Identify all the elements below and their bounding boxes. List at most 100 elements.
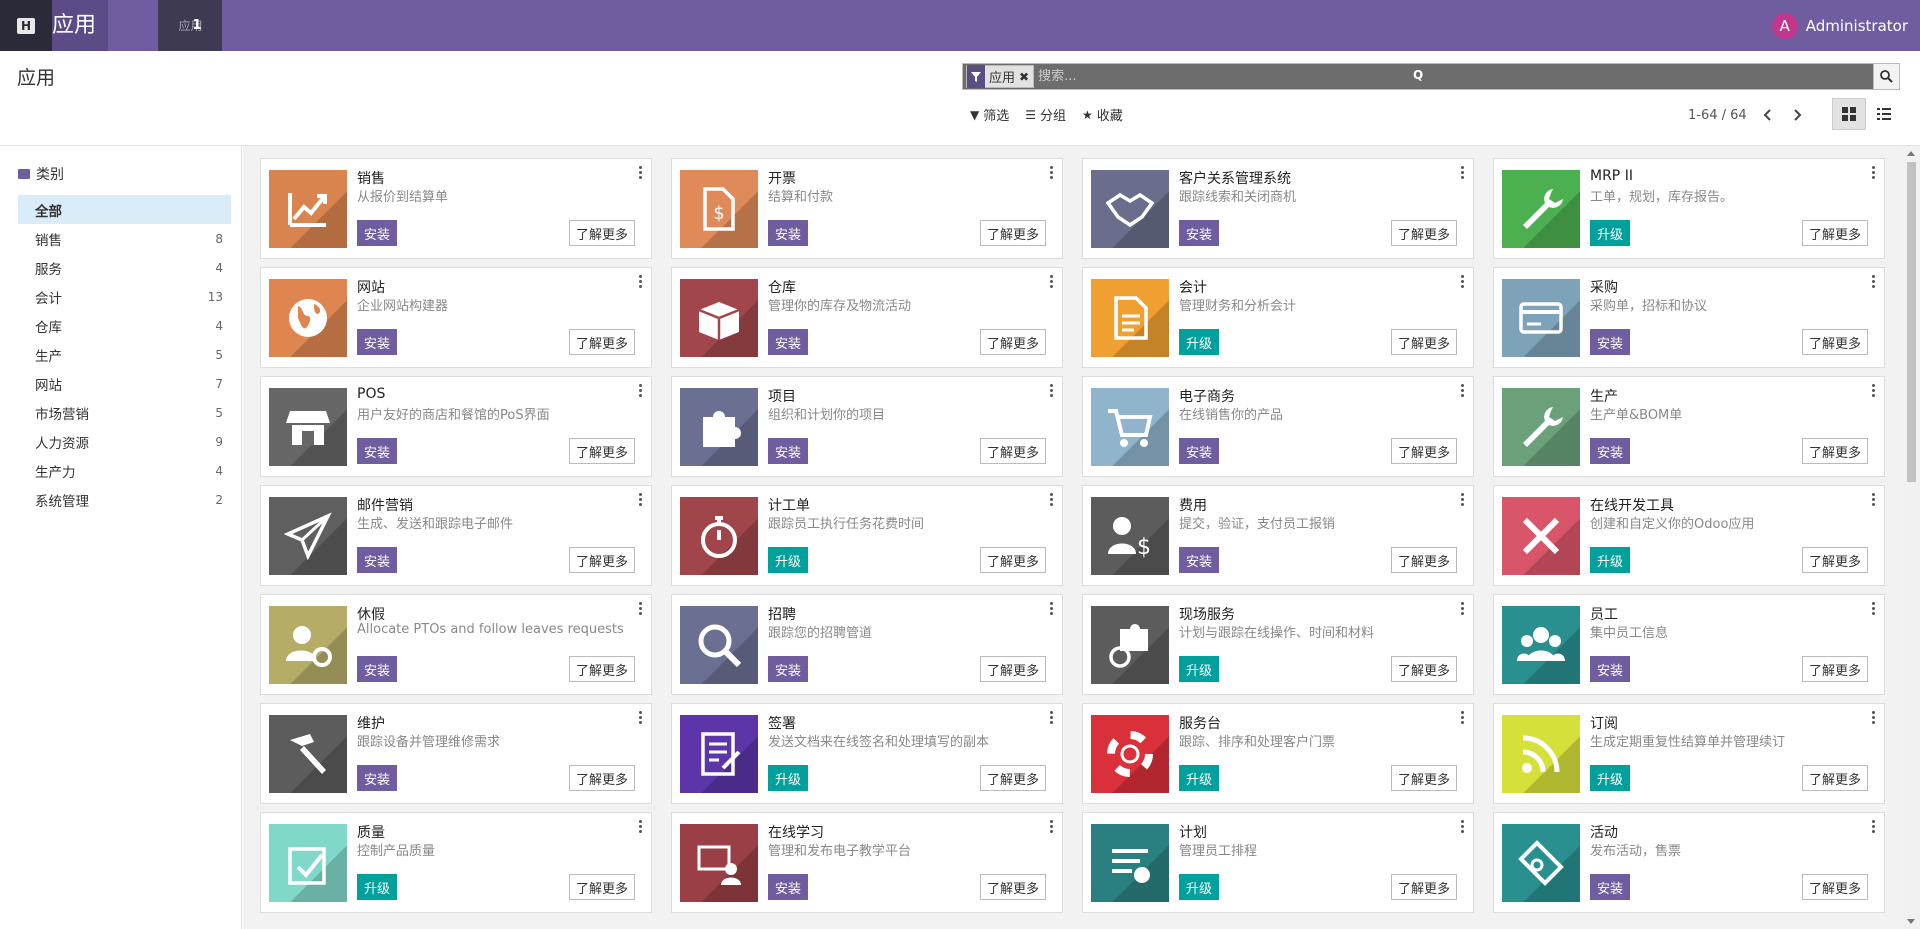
sidebar-category-item[interactable]: 销售 8 bbox=[18, 224, 231, 253]
install-button[interactable]: 安装 bbox=[1179, 438, 1220, 464]
upgrade-button[interactable]: 升级 bbox=[1179, 874, 1220, 900]
kebab-menu-icon[interactable] bbox=[1050, 275, 1054, 288]
sidebar-category-item[interactable]: 全部 bbox=[18, 195, 231, 224]
kanban-view-button[interactable] bbox=[1832, 98, 1866, 130]
kebab-menu-icon[interactable] bbox=[1461, 166, 1465, 179]
install-button[interactable]: 安装 bbox=[1590, 656, 1631, 682]
learn-more-button[interactable]: 了解更多 bbox=[979, 329, 1046, 355]
learn-more-button[interactable]: 了解更多 bbox=[979, 874, 1046, 900]
user-menu[interactable]: A Administrator bbox=[1771, 0, 1908, 51]
upgrade-button[interactable]: 升级 bbox=[1179, 765, 1220, 791]
install-button[interactable]: 安装 bbox=[768, 656, 809, 682]
learn-more-button[interactable]: 了解更多 bbox=[1801, 874, 1868, 900]
learn-more-button[interactable]: 了解更多 bbox=[568, 329, 635, 355]
filter-button[interactable]: ▼ 筛选 bbox=[962, 99, 1017, 130]
learn-more-button[interactable]: 了解更多 bbox=[568, 438, 635, 464]
learn-more-button[interactable]: 了解更多 bbox=[1390, 874, 1457, 900]
learn-more-button[interactable]: 了解更多 bbox=[568, 656, 635, 682]
learn-more-button[interactable]: 了解更多 bbox=[979, 438, 1046, 464]
kebab-menu-icon[interactable] bbox=[1872, 275, 1876, 288]
sidebar-category-item[interactable]: 网站 7 bbox=[18, 369, 231, 398]
kebab-menu-icon[interactable] bbox=[1050, 384, 1054, 397]
learn-more-button[interactable]: 了解更多 bbox=[979, 765, 1046, 791]
list-view-button[interactable] bbox=[1867, 98, 1901, 130]
kebab-menu-icon[interactable] bbox=[1872, 602, 1876, 615]
install-button[interactable]: 安装 bbox=[1179, 547, 1220, 573]
learn-more-button[interactable]: 了解更多 bbox=[1801, 656, 1868, 682]
search-button[interactable] bbox=[1873, 63, 1900, 90]
scrollbar[interactable] bbox=[1903, 146, 1920, 929]
learn-more-button[interactable]: 了解更多 bbox=[1390, 329, 1457, 355]
learn-more-button[interactable]: 了解更多 bbox=[979, 547, 1046, 573]
upgrade-button[interactable]: 升级 bbox=[1179, 329, 1220, 355]
install-button[interactable]: 安装 bbox=[357, 547, 398, 573]
learn-more-button[interactable]: 了解更多 bbox=[1801, 438, 1868, 464]
learn-more-button[interactable]: 了解更多 bbox=[1801, 220, 1868, 246]
kebab-menu-icon[interactable] bbox=[639, 711, 643, 724]
sidebar-category-item[interactable]: 仓库 4 bbox=[18, 311, 231, 340]
groupby-button[interactable]: ☰ 分组 bbox=[1017, 99, 1074, 130]
install-button[interactable]: 安装 bbox=[357, 765, 398, 791]
kebab-menu-icon[interactable] bbox=[1050, 166, 1054, 179]
install-button[interactable]: 安装 bbox=[357, 220, 398, 246]
app-title[interactable]: 应用 bbox=[52, 0, 109, 51]
learn-more-button[interactable]: 了解更多 bbox=[979, 220, 1046, 246]
sidebar-category-item[interactable]: 市场营销 5 bbox=[18, 398, 231, 427]
kebab-menu-icon[interactable] bbox=[1872, 711, 1876, 724]
facet-remove-icon[interactable]: ✖ bbox=[1019, 70, 1033, 84]
home-menu-button[interactable]: H bbox=[0, 0, 52, 51]
kebab-menu-icon[interactable] bbox=[1872, 166, 1876, 179]
sidebar-category-item[interactable]: 系统管理 2 bbox=[18, 485, 231, 514]
install-button[interactable]: 安装 bbox=[1590, 438, 1631, 464]
scroll-thumb[interactable] bbox=[1907, 162, 1916, 482]
kebab-menu-icon[interactable] bbox=[1872, 493, 1876, 506]
upgrade-button[interactable]: 升级 bbox=[1590, 765, 1631, 791]
sidebar-category-item[interactable]: 生产 5 bbox=[18, 340, 231, 369]
nav-menu-tab[interactable]: 应用 1 bbox=[158, 0, 223, 51]
kebab-menu-icon[interactable] bbox=[1050, 711, 1054, 724]
sidebar-category-item[interactable]: 生产力 4 bbox=[18, 456, 231, 485]
install-button[interactable]: 安装 bbox=[768, 220, 809, 246]
install-button[interactable]: 安装 bbox=[357, 329, 398, 355]
install-button[interactable]: 安装 bbox=[1590, 329, 1631, 355]
kebab-menu-icon[interactable] bbox=[1461, 820, 1465, 833]
kebab-menu-icon[interactable] bbox=[1461, 275, 1465, 288]
learn-more-button[interactable]: 了解更多 bbox=[1390, 438, 1457, 464]
upgrade-button[interactable]: 升级 bbox=[1590, 220, 1631, 246]
sidebar-category-item[interactable]: 服务 4 bbox=[18, 253, 231, 282]
learn-more-button[interactable]: 了解更多 bbox=[568, 220, 635, 246]
kebab-menu-icon[interactable] bbox=[1461, 384, 1465, 397]
pager-value[interactable]: 1-64 / 64 bbox=[1688, 108, 1747, 123]
learn-more-button[interactable]: 了解更多 bbox=[1801, 547, 1868, 573]
learn-more-button[interactable]: 了解更多 bbox=[1801, 765, 1868, 791]
sidebar-category-item[interactable]: 人力资源 9 bbox=[18, 427, 231, 456]
learn-more-button[interactable]: 了解更多 bbox=[1390, 765, 1457, 791]
install-button[interactable]: 安装 bbox=[357, 438, 398, 464]
install-button[interactable]: 安装 bbox=[1179, 220, 1220, 246]
favorites-button[interactable]: ★ 收藏 bbox=[1074, 99, 1131, 130]
learn-more-button[interactable]: 了解更多 bbox=[568, 874, 635, 900]
kebab-menu-icon[interactable] bbox=[639, 275, 643, 288]
upgrade-button[interactable]: 升级 bbox=[768, 547, 809, 573]
search-input[interactable] bbox=[1034, 64, 1873, 89]
upgrade-button[interactable]: 升级 bbox=[768, 765, 809, 791]
install-button[interactable]: 安装 bbox=[1590, 874, 1631, 900]
install-button[interactable]: 安装 bbox=[768, 438, 809, 464]
learn-more-button[interactable]: 了解更多 bbox=[1390, 656, 1457, 682]
kebab-menu-icon[interactable] bbox=[1461, 493, 1465, 506]
kebab-menu-icon[interactable] bbox=[639, 384, 643, 397]
learn-more-button[interactable]: 了解更多 bbox=[1801, 329, 1868, 355]
kebab-menu-icon[interactable] bbox=[1872, 820, 1876, 833]
kebab-menu-icon[interactable] bbox=[1461, 602, 1465, 615]
pager-previous-button[interactable] bbox=[1756, 103, 1778, 127]
kebab-menu-icon[interactable] bbox=[1050, 493, 1054, 506]
kebab-menu-icon[interactable] bbox=[1461, 711, 1465, 724]
learn-more-button[interactable]: 了解更多 bbox=[1390, 547, 1457, 573]
kebab-menu-icon[interactable] bbox=[639, 166, 643, 179]
learn-more-button[interactable]: 了解更多 bbox=[568, 547, 635, 573]
kebab-menu-icon[interactable] bbox=[639, 602, 643, 615]
kebab-menu-icon[interactable] bbox=[639, 493, 643, 506]
pager-next-button[interactable] bbox=[1786, 103, 1808, 127]
learn-more-button[interactable]: 了解更多 bbox=[568, 765, 635, 791]
upgrade-button[interactable]: 升级 bbox=[1179, 656, 1220, 682]
